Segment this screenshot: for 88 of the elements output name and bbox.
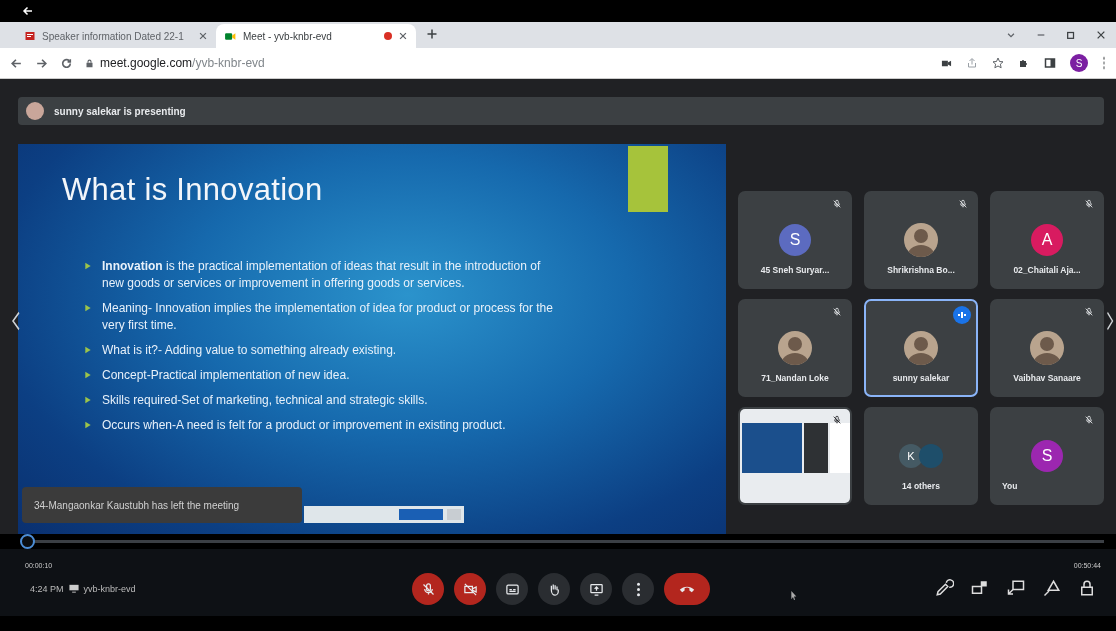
shape-tool-icon[interactable]	[1042, 579, 1062, 597]
participant-name: sunny salekar	[891, 373, 951, 383]
slide-bullet-text: Skills required-Set of marketing, technical and strategic skills.	[102, 392, 428, 409]
speaking-indicator-icon	[953, 306, 971, 324]
initial-avatar: K	[899, 444, 923, 468]
chevron-right-icon[interactable]	[1105, 311, 1115, 331]
present-screen-icon	[588, 581, 604, 597]
participant-name: 71_Nandan Loke	[760, 373, 830, 383]
microphone-button[interactable]	[412, 573, 444, 605]
participant-name: 14 others	[901, 481, 941, 491]
close-icon[interactable]	[1096, 30, 1106, 40]
slide-bullet-text: What is it?- Adding value to something already existing.	[102, 342, 397, 359]
present-button[interactable]	[580, 573, 612, 605]
bullet-triangle-icon	[84, 396, 92, 404]
muted-mic-icon	[420, 581, 436, 597]
restore-icon[interactable]	[1066, 30, 1076, 40]
puzzle-piece-icon[interactable]	[1018, 57, 1030, 69]
bullet-triangle-icon	[84, 421, 92, 429]
back-arrow-icon[interactable]	[22, 5, 34, 17]
slide-bullet-text: Meaning- Innovation implies the implementation of idea for product or process for the very first time.	[102, 300, 554, 334]
captions-button[interactable]	[496, 573, 528, 605]
person-silhouette-avatar	[904, 331, 938, 365]
meeting-code: yvb-knbr-evd	[83, 583, 136, 594]
person-silhouette-avatar	[904, 223, 938, 257]
mouse-cursor-icon	[790, 590, 798, 601]
participant-name: 45 Sneh Suryar...	[759, 265, 831, 275]
star-icon[interactable]	[992, 57, 1004, 69]
camera-button[interactable]	[454, 573, 486, 605]
bullet-triangle-icon	[84, 371, 92, 379]
meeting-time: 4:24 PM	[30, 583, 64, 594]
progress-thumb[interactable]	[20, 534, 36, 549]
presenter-avatar	[26, 102, 44, 120]
phone-hang-up-icon	[678, 585, 696, 593]
chevron-down-icon[interactable]	[1006, 30, 1016, 40]
reload-icon[interactable]	[60, 56, 73, 70]
window-capture-icon[interactable]	[1006, 579, 1026, 597]
pen-tool-icon[interactable]	[934, 579, 954, 597]
participant-tile[interactable]: K 14 others	[864, 407, 978, 505]
chevron-left-icon[interactable]	[10, 311, 22, 331]
initial-avatar: S	[1031, 440, 1063, 472]
presenting-text: sunny salekar is presenting	[54, 105, 186, 117]
browser-tab[interactable]: Meet - yvb-knbr-evd	[216, 24, 416, 48]
participant-name: Shrikrishna Bo...	[886, 265, 956, 275]
participant-tile[interactable]: sunny salekar	[864, 299, 978, 397]
participant-tile[interactable]: A 02_Chaitali Aja...	[990, 191, 1104, 289]
camera-off-icon	[462, 581, 478, 597]
slide-bullet-text: Innovation is the practical implementation of ideas that result in the introduction of new goods or services or improvement in offering goods or services.	[102, 258, 542, 292]
slide-bullet-text: Concept-Practical implementation of new idea.	[102, 367, 350, 384]
screen-capture-icon[interactable]	[970, 579, 990, 597]
person-silhouette-avatar	[1030, 331, 1064, 365]
back-arrow-icon[interactable]	[10, 56, 23, 70]
side-panel-icon[interactable]	[1044, 57, 1056, 69]
person-silhouette-avatar	[778, 331, 812, 365]
bullet-triangle-icon	[84, 304, 92, 312]
new-tab-plus-icon[interactable]	[426, 28, 438, 40]
browser-tab[interactable]: Speaker information Dated 22-1	[16, 24, 216, 48]
participant-name: Vaibhav Sanaare	[1012, 373, 1082, 383]
slide-accent-block	[628, 146, 668, 212]
leave-call-button[interactable]	[664, 573, 710, 605]
address-bar[interactable]: meet.google.com/yvb-knbr-evd	[85, 56, 929, 70]
participant-tile[interactable]: S You	[990, 407, 1104, 505]
bullet-triangle-icon	[84, 262, 92, 270]
participant-tile[interactable]: Shrikrishna Bo...	[864, 191, 978, 289]
bullet-triangle-icon	[84, 346, 92, 354]
participant-tile[interactable]: S 45 Sneh Suryar...	[738, 191, 852, 289]
slide-title: What is Innovation	[62, 172, 323, 208]
document-icon	[24, 30, 36, 42]
captions-icon	[504, 581, 520, 597]
participant-name: You	[1002, 481, 1019, 491]
more-options-button[interactable]	[622, 573, 654, 605]
raise-hand-button[interactable]	[538, 573, 570, 605]
lock-icon[interactable]	[1078, 579, 1096, 597]
close-icon[interactable]	[198, 31, 208, 41]
forward-arrow-icon[interactable]	[35, 56, 48, 70]
monitor-icon	[67, 583, 80, 594]
initial-avatar: S	[779, 224, 811, 256]
lock-icon	[85, 58, 94, 68]
avatar-circle	[919, 444, 943, 468]
slide-bullet-text: Occurs when-A need is felt for a product or improvement in existing product.	[102, 417, 506, 434]
participant-name: 02_Chaitali Aja...	[1012, 265, 1082, 275]
participant-tile[interactable]: Vaibhav Sanaare	[990, 299, 1104, 397]
left-meeting-notification: 34-Mangaonkar Kaustubh has left the meeting	[22, 487, 302, 523]
profile-avatar[interactable]: S	[1070, 54, 1088, 72]
share-icon[interactable]	[966, 57, 978, 69]
close-icon[interactable]	[398, 31, 408, 41]
more-vert-icon	[635, 581, 641, 597]
initial-avatar: A	[1031, 224, 1063, 256]
participant-tile[interactable]: 71_Nandan Loke	[738, 299, 852, 397]
